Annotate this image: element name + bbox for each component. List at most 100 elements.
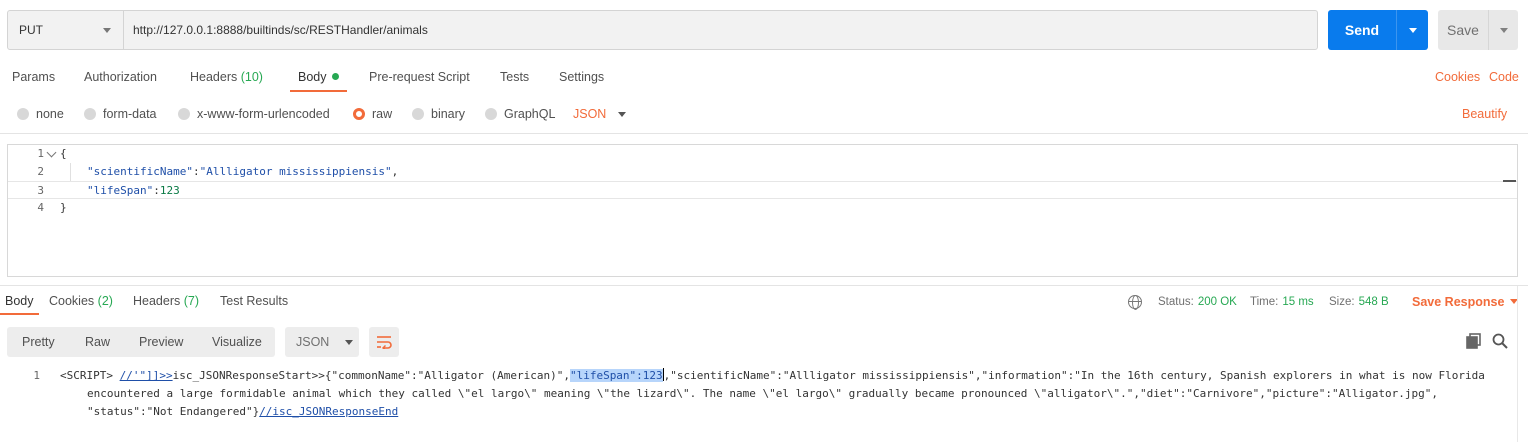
view-visualize[interactable]: Visualize (212, 327, 262, 357)
send-label: Send (1344, 22, 1380, 38)
response-line: <SCRIPT> //'"]]>>isc_JSONResponseStart>>… (60, 367, 1485, 385)
network-globe-icon[interactable] (1128, 288, 1142, 315)
tab-headers[interactable]: Headers (10) (190, 62, 263, 92)
tab-params[interactable]: Params (12, 62, 55, 92)
beautify-link[interactable]: Beautify (1462, 104, 1507, 124)
size-label: Size: (1329, 295, 1355, 308)
radio-none[interactable]: none (17, 104, 64, 124)
wrap-lines-button[interactable] (369, 327, 399, 357)
chevron-down-icon (345, 339, 354, 345)
tab-label: Tests (500, 70, 530, 84)
json-value: 123 (159, 184, 180, 197)
request-body-editor[interactable]: 1 { 2 "scientificName":"Allligator missi… (7, 144, 1518, 277)
radio-x-www-form-urlencoded[interactable]: x-www-form-urlencoded (178, 104, 330, 124)
tab-authorization[interactable]: Authorization (84, 62, 157, 92)
response-format-select[interactable]: JSON (285, 327, 359, 357)
request-bar: PUT http://127.0.0.1:8888/builtinds/sc/R… (7, 10, 1318, 50)
vertical-scrollbar[interactable] (1517, 286, 1528, 442)
save-label: Save (1447, 22, 1479, 38)
save-button[interactable]: Save (1438, 10, 1518, 50)
code-link[interactable]: Code (1489, 62, 1519, 92)
resp-tab-headers[interactable]: Headers (7) (133, 288, 199, 315)
tab-pre-request-script[interactable]: Pre-request Script (369, 62, 470, 92)
radio-graphql[interactable]: GraphQL (485, 104, 555, 124)
view-raw[interactable]: Raw (85, 327, 110, 357)
tab-label: Headers (190, 70, 238, 84)
time-info: Time: 15 ms (1250, 288, 1314, 315)
tab-label: Headers (133, 294, 181, 308)
response-segment: ,"scientificName":"Allligator mississipp… (663, 369, 1485, 382)
radio-label: raw (372, 107, 393, 121)
status-info: Status: 200 OK (1158, 288, 1237, 315)
size-info: Size: 548 B (1329, 288, 1389, 315)
response-selection: "lifeSpan":123 (569, 369, 663, 382)
globe-icon (1128, 294, 1142, 310)
tab-label: Test Results (220, 294, 289, 308)
view-mode-group: Pretty Raw Preview Visualize (7, 327, 275, 357)
send-options-button[interactable] (1396, 10, 1428, 50)
radio-raw[interactable]: raw (353, 104, 392, 124)
json-tail: , (391, 165, 399, 178)
format-label: JSON (296, 335, 330, 349)
response-segment: <SCRIPT> (60, 369, 120, 382)
divider (0, 133, 1528, 134)
method-select[interactable]: PUT (8, 11, 124, 49)
editor-line: 4 } (8, 199, 1517, 217)
resp-tab-cookies[interactable]: Cookies (2) (49, 288, 113, 315)
json-value: "Allligator mississippiensis" (199, 165, 392, 178)
view-preview[interactable]: Preview (139, 327, 183, 357)
save-options-button[interactable] (1488, 10, 1518, 50)
wrap-lines-icon (377, 336, 392, 349)
tab-count: (10) (240, 70, 263, 84)
modified-dot-icon (331, 73, 339, 80)
radio-label: none (36, 107, 64, 121)
code-text: "lifeSpan":123 (87, 182, 180, 200)
radio-label: binary (431, 107, 466, 121)
radio-circle-icon (17, 108, 29, 120)
editor-line: 2 "scientificName":"Allligator mississip… (8, 163, 1517, 181)
radio-circle-icon (178, 108, 190, 120)
code-text: "scientificName":"Allligator mississippi… (87, 163, 398, 181)
save-response-label: Save Response (1412, 294, 1505, 309)
response-tabs: Body Cookies (2) Headers (7) Test Result… (0, 288, 1528, 315)
tab-count: (2) (97, 294, 113, 308)
view-pretty[interactable]: Pretty (22, 327, 55, 357)
url-input[interactable]: http://127.0.0.1:8888/builtinds/sc/RESTH… (124, 11, 1317, 49)
resp-tab-body[interactable]: Body (0, 288, 38, 315)
radio-binary[interactable]: binary (412, 104, 465, 124)
cookies-link[interactable]: Cookies (1435, 62, 1480, 92)
fold-chevron-icon[interactable] (46, 147, 57, 158)
copy-icon[interactable] (1465, 332, 1483, 350)
save-response-button[interactable]: Save Response (1412, 288, 1519, 315)
radio-label: x-www-form-urlencoded (197, 107, 330, 121)
response-line-wrap: "status":"Not Endangered"}//isc_JSONResp… (87, 403, 398, 421)
json-key: "scientificName" (87, 165, 193, 178)
tab-label: Params (12, 70, 56, 84)
chevron-down-icon (1499, 27, 1508, 33)
tab-body[interactable]: Body (290, 62, 346, 92)
response-line-wrap: encountered a large formidable animal wh… (87, 387, 1439, 400)
tab-settings[interactable]: Settings (559, 62, 604, 92)
radio-form-data[interactable]: form-data (84, 104, 157, 124)
resp-tab-test-results[interactable]: Test Results (220, 288, 288, 315)
editor-line-current: 3 "lifeSpan":123 (8, 181, 1517, 199)
method-label: PUT (19, 23, 43, 37)
send-button[interactable]: Send (1328, 10, 1428, 50)
body-format-select[interactable]: JSON (573, 104, 627, 124)
time-value: 15 ms (1282, 295, 1314, 308)
body-type-group: none form-data x-www-form-urlencoded raw… (0, 104, 1528, 124)
tab-tests[interactable]: Tests (500, 62, 529, 92)
line-number: 1 (37, 147, 44, 160)
status-value: 200 OK (1197, 295, 1237, 308)
radio-circle-icon (84, 108, 96, 120)
tab-label: Cookies (49, 294, 95, 308)
radio-selected-icon (353, 108, 365, 120)
format-label: JSON (573, 107, 607, 121)
line-number: 1 (33, 369, 40, 382)
code-text: { (60, 147, 67, 160)
code-text: } (60, 201, 67, 214)
json-key: "lifeSpan" (87, 184, 154, 197)
scrollbar-marker[interactable] (1503, 180, 1516, 182)
search-icon[interactable] (1491, 332, 1509, 350)
response-comment: //'"]]>> (119, 369, 173, 382)
